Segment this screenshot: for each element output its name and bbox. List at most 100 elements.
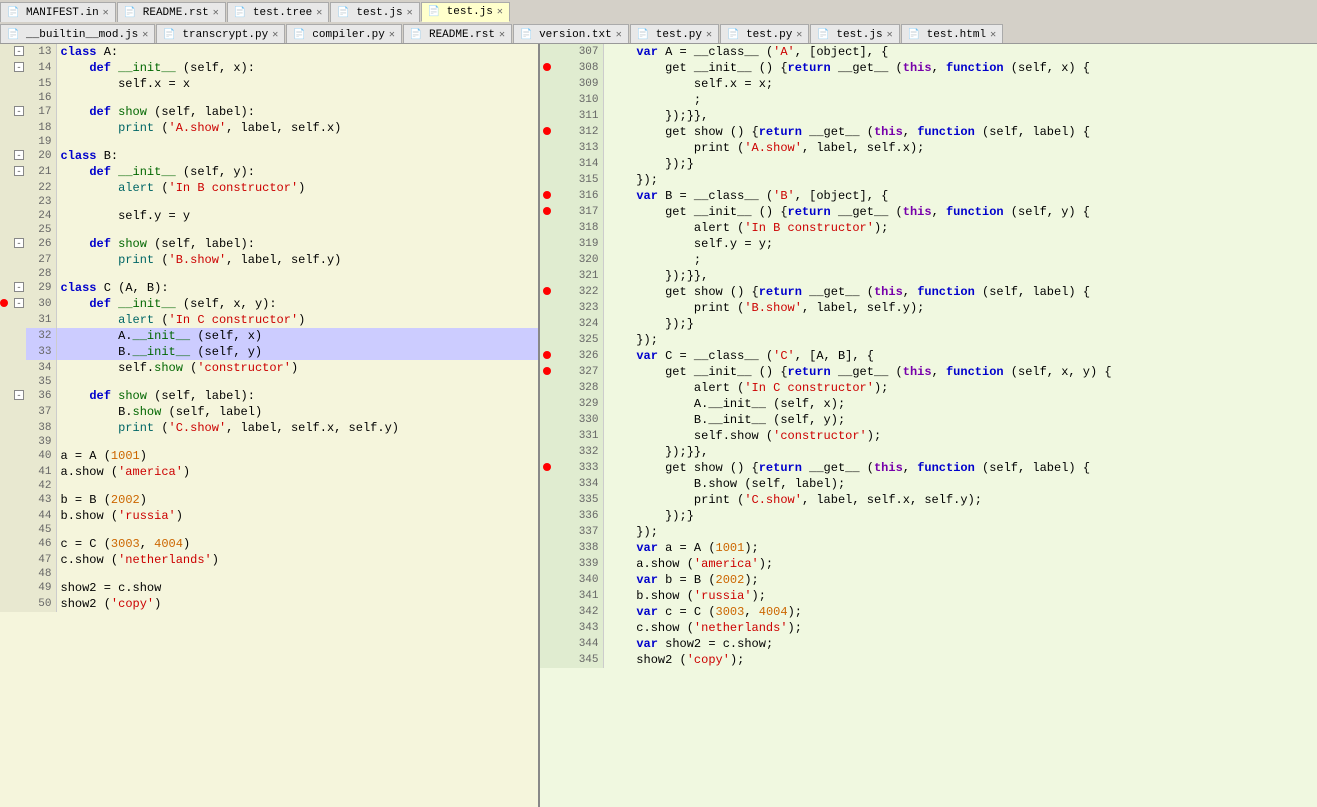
fold-col: -	[12, 60, 26, 76]
line-number: 46	[26, 536, 56, 552]
bp-col	[0, 536, 12, 552]
bp-col	[0, 420, 12, 436]
code-line	[56, 196, 538, 208]
table-row: - 36 def show (self, label):	[0, 388, 538, 404]
code-line: var show2 = c.show;	[603, 636, 1317, 652]
close-icon[interactable]: ✕	[887, 29, 893, 41]
close-icon[interactable]: ✕	[389, 29, 395, 41]
close-icon[interactable]: ✕	[103, 7, 109, 19]
code-line: B.show (self, label);	[603, 476, 1317, 492]
table-row: - 14 def __init__ (self, x):	[0, 60, 538, 76]
tab-compiler[interactable]: 📄 compiler.py ✕	[286, 24, 402, 44]
bp-col	[0, 180, 12, 196]
table-row: - 26 def show (self, label):	[0, 236, 538, 252]
fold-col	[554, 188, 568, 204]
tab-builtin[interactable]: 📄 __builtin__mod.js ✕	[0, 24, 155, 44]
fold-button[interactable]: -	[14, 62, 24, 72]
code-line: });}	[603, 316, 1317, 332]
close-icon[interactable]: ✕	[796, 29, 802, 41]
table-row: 310 ;	[540, 92, 1317, 108]
fold-col	[554, 524, 568, 540]
close-icon[interactable]: ✕	[316, 7, 322, 19]
left-code-area[interactable]: - 13 class A: - 14 def __init__ (self, x…	[0, 44, 538, 807]
code-line: });}},	[603, 444, 1317, 460]
right-code-area[interactable]: 307 var A = __class__ ('A', [object], { …	[540, 44, 1317, 807]
table-row: 313 print ('A.show', label, self.x);	[540, 140, 1317, 156]
fold-button[interactable]: -	[14, 150, 24, 160]
table-row: 37 B.show (self, label)	[0, 404, 538, 420]
tab-readme-rst[interactable]: 📄 README.rst ✕	[117, 2, 226, 22]
close-icon[interactable]: ✕	[499, 29, 505, 41]
line-number: 23	[26, 196, 56, 208]
breakpoint-indicator	[543, 367, 551, 375]
code-line: self.show ('constructor')	[56, 360, 538, 376]
code-line: print ('C.show', label, self.x, self.y)	[56, 420, 538, 436]
file-icon: 📄	[234, 7, 246, 19]
table-row: 340 var b = B (2002);	[540, 572, 1317, 588]
breakpoint-indicator	[543, 191, 551, 199]
tab-test-js-active[interactable]: 📄 test.js ✕	[421, 2, 510, 22]
code-line: get show () {return __get__ (this, funct…	[603, 124, 1317, 140]
tab-readme-rst2[interactable]: 📄 README.rst ✕	[403, 24, 512, 44]
tab-test-html[interactable]: 📄 test.html ✕	[901, 24, 1004, 44]
fold-button[interactable]: -	[14, 298, 24, 308]
fold-button[interactable]: -	[14, 390, 24, 400]
fold-col	[554, 492, 568, 508]
tab-test-py[interactable]: 📄 test.py ✕	[630, 24, 719, 44]
tab-version[interactable]: 📄 version.txt ✕	[513, 24, 629, 44]
code-line: def show (self, label):	[56, 104, 538, 120]
table-row: 326 var C = __class__ ('C', [A, B], {	[540, 348, 1317, 364]
bp-col	[540, 476, 554, 492]
close-icon[interactable]: ✕	[142, 29, 148, 41]
tab-transcrypt[interactable]: 📄 transcrypt.py ✕	[156, 24, 285, 44]
fold-col	[12, 136, 26, 148]
code-line: self.show ('constructor');	[603, 428, 1317, 444]
bp-col	[540, 444, 554, 460]
tab-test-tree[interactable]: 📄 test.tree ✕	[227, 2, 330, 22]
close-icon[interactable]: ✕	[616, 29, 622, 41]
fold-button[interactable]: -	[14, 238, 24, 248]
fold-button[interactable]: -	[14, 166, 24, 176]
fold-col	[12, 224, 26, 236]
fold-col	[554, 92, 568, 108]
fold-button[interactable]: -	[14, 282, 24, 292]
fold-col	[12, 344, 26, 360]
table-row: 329 A.__init__ (self, x);	[540, 396, 1317, 412]
tab-test-js2[interactable]: 📄 test.js ✕	[810, 24, 899, 44]
line-number: 13	[26, 44, 56, 60]
line-number: 36	[26, 388, 56, 404]
tab-test-js-1[interactable]: 📄 test.js ✕	[330, 2, 419, 22]
bp-col	[540, 204, 554, 220]
table-row: 319 self.y = y;	[540, 236, 1317, 252]
code-line: });}},	[603, 268, 1317, 284]
tab-manifest[interactable]: 📄 MANIFEST.in ✕	[0, 2, 116, 22]
fold-col	[554, 476, 568, 492]
line-number: 49	[26, 580, 56, 596]
close-icon[interactable]: ✕	[706, 29, 712, 41]
bp-col	[540, 236, 554, 252]
fold-col	[12, 420, 26, 436]
bp-col	[0, 580, 12, 596]
close-icon[interactable]: ✕	[272, 29, 278, 41]
bp-col	[0, 464, 12, 480]
breakpoint-indicator	[543, 63, 551, 71]
line-number: 322	[568, 284, 603, 300]
fold-button[interactable]: -	[14, 46, 24, 56]
close-icon[interactable]: ✕	[213, 7, 219, 19]
table-row: 15 self.x = x	[0, 76, 538, 92]
code-line: B.__init__ (self, y);	[603, 412, 1317, 428]
tab-test-py2[interactable]: 📄 test.py ✕	[720, 24, 809, 44]
breakpoint-indicator	[543, 207, 551, 215]
code-line: A.__init__ (self, x)	[56, 328, 538, 344]
code-line: get __init__ () {return __get__ (this, f…	[603, 60, 1317, 76]
fold-button[interactable]: -	[14, 106, 24, 116]
close-icon[interactable]: ✕	[407, 7, 413, 19]
file-icon: 📄	[293, 29, 305, 41]
line-number: 323	[568, 300, 603, 316]
close-icon[interactable]: ✕	[990, 29, 996, 41]
table-row: 50 show2 ('copy')	[0, 596, 538, 612]
fold-col	[12, 92, 26, 104]
line-number: 316	[568, 188, 603, 204]
table-row: - 20 class B:	[0, 148, 538, 164]
close-icon[interactable]: ✕	[497, 6, 503, 18]
